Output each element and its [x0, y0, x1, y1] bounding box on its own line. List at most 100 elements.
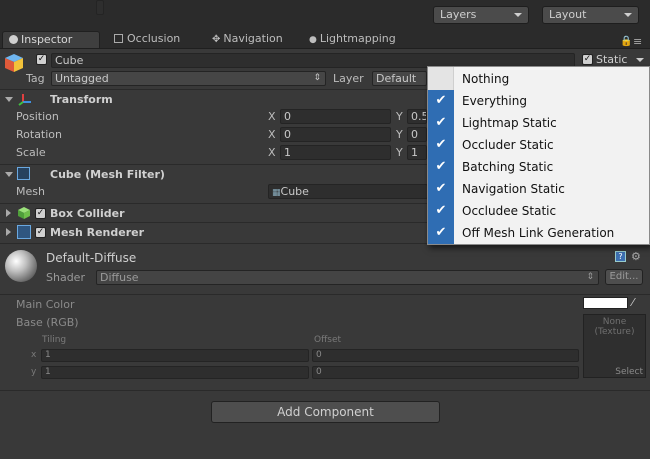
transform-icon [17, 92, 33, 106]
foldout-arrow-icon[interactable] [5, 172, 13, 177]
menu-item-lightmap-static[interactable]: ✔ Lightmap Static [428, 112, 649, 134]
menu-item-everything[interactable]: ✔ Everything [428, 90, 649, 112]
tab-label: Inspector [21, 33, 73, 46]
updown-icon: ⇕ [313, 73, 321, 83]
tex-x-label: x [31, 350, 37, 360]
menu-item-label: Occluder Static [462, 138, 554, 152]
updown-icon: ⇕ [586, 272, 594, 282]
mesh-field[interactable]: ▦Cube [268, 184, 428, 199]
checkmark-icon: ✔ [428, 134, 454, 156]
tag-label: Tag [26, 72, 45, 85]
menu-item-nothing[interactable]: Nothing [428, 68, 649, 90]
checkmark-icon: ✔ [428, 178, 454, 200]
material-preview-sphere [5, 250, 37, 282]
chevron-down-icon [624, 13, 632, 17]
layer-dropdown[interactable]: Default [372, 71, 427, 86]
shader-value: Diffuse [100, 271, 139, 284]
axis-x-label: X [268, 110, 276, 123]
help-icon[interactable]: ? [615, 251, 626, 262]
static-label[interactable]: Static [596, 53, 627, 66]
mesh-filter-icon [17, 167, 30, 180]
mesh-filter-title: Cube (Mesh Filter) [50, 168, 165, 181]
mesh-renderer-title: Mesh Renderer [50, 226, 145, 239]
menu-item-occluder-static[interactable]: ✔ Occluder Static [428, 134, 649, 156]
shader-label: Shader [46, 271, 85, 284]
tab-inspector[interactable]: Inspector [2, 31, 100, 48]
chevron-down-icon [514, 13, 522, 17]
axis-y-label: Y [396, 128, 403, 141]
menu-item-batching-static[interactable]: ✔ Batching Static [428, 156, 649, 178]
menu-item-off-mesh-link-generation[interactable]: ✔ Off Mesh Link Generation [428, 222, 649, 244]
shader-dropdown[interactable]: Diffuse ⇕ [96, 270, 599, 285]
menu-item-label: Navigation Static [462, 182, 565, 196]
add-component-button[interactable]: Add Component [211, 401, 440, 423]
foldout-arrow-icon[interactable] [6, 209, 11, 217]
position-label: Position [16, 110, 59, 123]
menu-item-occludee-static[interactable]: ✔ Occludee Static [428, 200, 649, 222]
layers-dropdown[interactable]: Layers [433, 6, 529, 24]
panel-menu-icon[interactable]: ≡ [633, 35, 642, 48]
checkmark-icon: ✔ [428, 156, 454, 178]
menu-item-label: Lightmap Static [462, 116, 557, 130]
checkmark-icon: ✔ [428, 200, 454, 222]
foldout-arrow-icon[interactable] [5, 97, 13, 102]
tab-label: Occlusion [127, 32, 181, 45]
material-name: Default-Diffuse [46, 251, 137, 265]
texture-slot[interactable]: None (Texture) Select [583, 314, 646, 378]
texture-none-label: None [602, 317, 627, 327]
gear-icon[interactable]: ⚙ [631, 250, 641, 263]
main-color-label: Main Color [16, 298, 75, 311]
scale-y-field[interactable]: 1 [407, 145, 427, 160]
edit-shader-button[interactable]: Edit... [605, 269, 643, 285]
position-x-field[interactable]: 0 [280, 109, 391, 124]
checkmark-icon: ✔ [428, 90, 454, 112]
offset-x-field[interactable]: 0 [312, 349, 579, 362]
scale-x-field[interactable]: 1 [280, 145, 391, 160]
tab-label: Navigation [223, 32, 283, 45]
info-icon [9, 35, 18, 44]
static-flags-menu: Nothing ✔ Everything ✔ Lightmap Static ✔… [427, 66, 650, 245]
axis-x-label: X [268, 146, 276, 159]
box-collider-checkbox[interactable]: ✓ [35, 208, 46, 219]
layout-label: Layout [549, 8, 587, 21]
axis-x-label: X [268, 128, 276, 141]
menu-item-label: Off Mesh Link Generation [462, 226, 615, 240]
rotation-y-field[interactable]: 0 [407, 127, 427, 142]
position-y-field[interactable]: 0.5 [407, 109, 427, 124]
axis-y-label: Y [396, 146, 403, 159]
chevron-down-icon[interactable] [636, 58, 644, 62]
box-collider-title: Box Collider [50, 207, 125, 220]
lightbulb-icon: ● [309, 35, 317, 45]
menu-item-label: Batching Static [462, 160, 554, 174]
rotation-x-field[interactable]: 0 [280, 127, 391, 142]
foldout-arrow-icon[interactable] [6, 228, 11, 236]
divider [0, 294, 650, 295]
tab-occlusion[interactable]: Occlusion [108, 31, 186, 48]
rotation-label: Rotation [16, 128, 63, 141]
mesh-icon: ▦ [272, 188, 281, 198]
tab-navigation[interactable]: ✥ Navigation [206, 31, 289, 48]
offset-label: Offset [314, 335, 342, 345]
scale-label: Scale [16, 146, 46, 159]
active-checkbox[interactable]: ✓ [36, 54, 47, 65]
transform-title: Transform [50, 93, 113, 106]
tiling-y-field[interactable]: 1 [41, 366, 309, 379]
tag-value: Untagged [55, 72, 109, 85]
offset-y-field[interactable]: 0 [312, 366, 579, 379]
static-checkbox[interactable]: ✓ [582, 54, 593, 65]
mesh-renderer-checkbox[interactable]: ✓ [35, 227, 46, 238]
texture-select-button[interactable]: Select [615, 367, 643, 377]
tiling-x-field[interactable]: 1 [41, 349, 309, 362]
mesh-renderer-icon [17, 225, 31, 239]
base-rgb-label: Base (RGB) [16, 316, 79, 329]
menu-item-label: Everything [462, 94, 527, 108]
tex-y-label: y [31, 367, 37, 377]
main-color-swatch[interactable] [583, 297, 628, 309]
axis-y-label: Y [396, 110, 403, 123]
lock-icon[interactable]: 🔒 [620, 36, 632, 47]
layout-dropdown[interactable]: Layout [542, 6, 639, 24]
menu-item-navigation-static[interactable]: ✔ Navigation Static [428, 178, 649, 200]
eyedropper-icon[interactable]: ⁄ [632, 296, 634, 309]
tag-dropdown[interactable]: Untagged ⇕ [51, 71, 326, 86]
tab-lightmapping[interactable]: ● Lightmapping [303, 31, 402, 48]
